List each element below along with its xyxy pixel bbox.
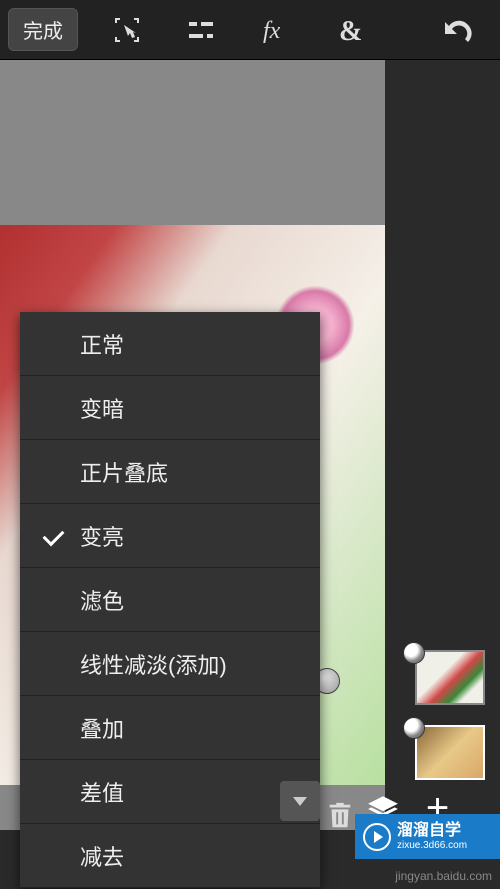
ampersand-tool-icon[interactable]: & bbox=[314, 0, 384, 60]
attribution-text: jingyan.baidu.com bbox=[395, 869, 492, 883]
layer-thumbnail-2[interactable] bbox=[415, 725, 485, 780]
svg-text:&: & bbox=[339, 16, 362, 46]
blend-mode-lighten[interactable]: 变亮 bbox=[20, 504, 320, 568]
blend-mode-menu: 正常 变暗 正片叠底 变亮 滤色 线性减淡(添加) 叠加 差值 减去 bbox=[20, 312, 320, 888]
done-button[interactable]: 完成 bbox=[8, 8, 78, 51]
blend-mode-multiply[interactable]: 正片叠底 bbox=[20, 440, 320, 504]
fx-tool-icon[interactable]: fx bbox=[240, 0, 310, 60]
blend-mode-screen[interactable]: 滤色 bbox=[20, 568, 320, 632]
undo-icon[interactable] bbox=[422, 0, 492, 60]
blend-mode-difference[interactable]: 差值 bbox=[20, 760, 320, 824]
blend-mode-overlay[interactable]: 叠加 bbox=[20, 696, 320, 760]
layer-visibility-radio[interactable] bbox=[403, 642, 425, 664]
right-panel bbox=[385, 60, 500, 889]
layer-visibility-radio[interactable] bbox=[403, 717, 425, 739]
layer-thumbnail-1[interactable] bbox=[415, 650, 485, 705]
blend-mode-subtract[interactable]: 减去 bbox=[20, 824, 320, 888]
watermark-url: zixue.3d66.com bbox=[397, 840, 467, 851]
play-icon bbox=[363, 823, 391, 851]
svg-text:fx: fx bbox=[263, 18, 281, 44]
top-toolbar: 完成 fx & bbox=[0, 0, 500, 60]
blend-mode-normal[interactable]: 正常 bbox=[20, 312, 320, 376]
watermark-logo: 溜溜自学 zixue.3d66.com bbox=[355, 814, 500, 859]
watermark-title: 溜溜自学 bbox=[397, 822, 467, 840]
adjust-tool-icon[interactable] bbox=[166, 0, 236, 60]
dropdown-toggle[interactable] bbox=[280, 781, 320, 821]
blend-mode-linear-dodge[interactable]: 线性减淡(添加) bbox=[20, 632, 320, 696]
blend-mode-darken[interactable]: 变暗 bbox=[20, 376, 320, 440]
crop-tool-icon[interactable] bbox=[92, 0, 162, 60]
